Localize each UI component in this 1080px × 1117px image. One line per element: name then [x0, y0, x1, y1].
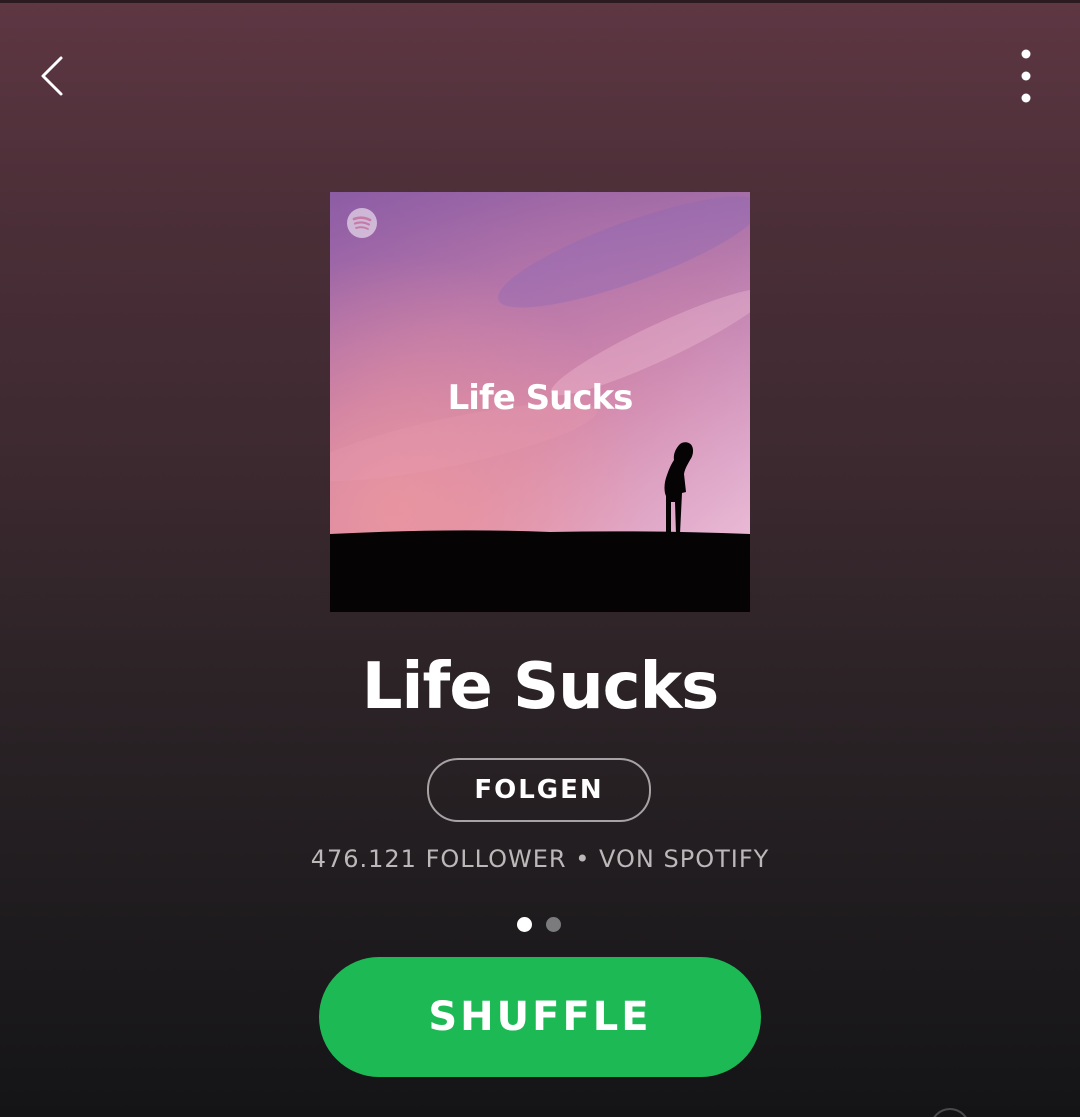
top-border [0, 0, 1080, 3]
vertical-dots-icon [1021, 49, 1031, 103]
page-dot-inactive[interactable] [546, 917, 561, 932]
more-options-button[interactable] [1002, 44, 1050, 108]
follow-button[interactable]: FOLGEN [427, 758, 651, 822]
page-indicator[interactable] [517, 917, 561, 933]
page-dot-active[interactable] [517, 917, 532, 932]
playlist-title: Life Sucks [361, 650, 720, 724]
spotify-logo-icon [347, 208, 377, 238]
cover-title-text: Life Sucks [447, 378, 634, 418]
partial-icon [930, 1108, 970, 1117]
shuffle-play-button[interactable]: SHUFFLE [319, 957, 761, 1077]
back-button[interactable] [28, 48, 76, 104]
chevron-left-icon [41, 56, 63, 96]
playlist-meta: 476.121 FOLLOWER • VON SPOTIFY [310, 845, 770, 873]
